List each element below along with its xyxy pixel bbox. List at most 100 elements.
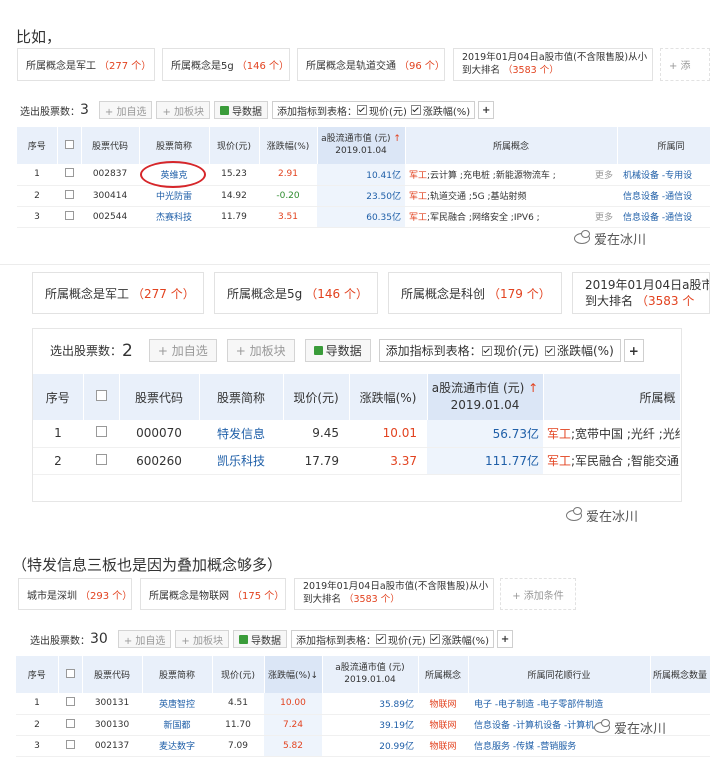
row-stock-name-link[interactable]: 特发信息	[199, 420, 283, 448]
filter-count: （277 个）	[132, 286, 195, 301]
price-checkbox[interactable]	[357, 105, 368, 115]
filter-chip[interactable]: 2019年01月04日a股市值(不含限售股)从小 到大排名 （3583 个）	[294, 578, 494, 610]
row-checkbox[interactable]	[57, 206, 81, 228]
price-checkbox[interactable]	[375, 634, 386, 644]
col-price[interactable]: 现价(元)	[209, 127, 260, 164]
col-code[interactable]: 股票代码	[81, 127, 140, 164]
more-link[interactable]: 更多	[595, 168, 613, 181]
col-change[interactable]: 涨跌幅(%)↓	[264, 656, 323, 693]
add-favorite-button[interactable]: + 加自选	[117, 630, 172, 648]
filter-chip[interactable]: 所属概念是5g （146 个）	[162, 48, 290, 81]
col-market-cap[interactable]: a股流通市值 (元) ↑ 2019.01.04	[317, 127, 406, 164]
add-favorite-button[interactable]: + 加自选	[98, 101, 153, 119]
col-select-all[interactable]	[83, 374, 120, 420]
filter-chip[interactable]: 2019年01月04日a股市值(不含限售股)从小 到大排名 （3583 个）	[453, 48, 653, 81]
filter-chip[interactable]: 所属概念是轨道交通 （96 个）	[297, 48, 445, 81]
concept-tag: 军工	[409, 170, 428, 181]
row-price: 14.92	[209, 185, 259, 207]
col-concept[interactable]: 所属概念	[405, 127, 618, 164]
col-change[interactable]: 涨跌幅(%)	[349, 374, 428, 420]
add-sector-button[interactable]: + 加板块	[156, 101, 211, 119]
col-market-cap[interactable]: a股流通市值 (元) ↑ 2019.01.04	[427, 374, 544, 420]
col-select-all[interactable]	[57, 127, 82, 164]
row-price: 11.70	[212, 714, 264, 736]
add-indicator-plus-button[interactable]: +	[478, 101, 495, 119]
row-checkbox[interactable]	[58, 714, 82, 736]
price-checkbox[interactable]	[481, 345, 492, 356]
filter-label: 城市是深圳	[27, 590, 77, 602]
col-name[interactable]: 股票简称	[139, 127, 210, 164]
change-checkbox[interactable]	[410, 105, 421, 115]
col-price[interactable]: 现价(元)	[283, 374, 350, 420]
col-name[interactable]: 股票简称	[142, 656, 213, 693]
col-concept[interactable]: 所属概念	[418, 656, 469, 693]
table-row[interactable]: 2 300414 中光防雷 14.92 -0.20 23.50亿 军工;轨道交通…	[17, 185, 710, 207]
filter-chip[interactable]: 所属概念是科创 （179 个）	[388, 272, 562, 314]
col-index: 序号	[16, 656, 59, 693]
section2-toolbar: 选出股票数： 2 + 加自选 + 加板块 导数据 添加指标到表格： 现价(元) …	[50, 339, 644, 362]
col-concept-count[interactable]: 所属概念数量	[650, 656, 710, 693]
row-stock-name-link[interactable]: 中光防雷	[139, 185, 209, 207]
add-indicator-label: 添加指标到表格：	[295, 635, 376, 647]
row-checkbox[interactable]	[58, 693, 82, 715]
row-checkbox[interactable]	[83, 447, 119, 475]
row-stock-name-link[interactable]: 麦达数字	[142, 735, 212, 757]
filter-chip[interactable]: 所属概念是5g （146 个）	[214, 272, 378, 314]
row-stock-name-link[interactable]: 英唐智控	[142, 693, 212, 715]
row-change: 5.82	[264, 735, 322, 757]
row-checkbox[interactable]	[57, 185, 81, 207]
col-price[interactable]: 现价(元)	[212, 656, 265, 693]
row-checkbox[interactable]	[58, 735, 82, 757]
table-row[interactable]: 1 002837 英维克 15.23 2.91 10.41亿 军工;云计算 ;充…	[17, 164, 710, 186]
export-data-button[interactable]: 导数据	[232, 630, 287, 648]
add-sector-button[interactable]: + 加板块	[226, 339, 295, 362]
col-name[interactable]: 股票简称	[199, 374, 284, 420]
section1-toolbar: 选出股票数： 3 + 加自选 + 加板块 导数据 添加指标到表格： 现价(元) …	[20, 101, 495, 119]
table-row[interactable]: 3 002137 麦达数字 7.09 5.82 20.99亿 物联网 信息服务 …	[16, 735, 710, 757]
table-row[interactable]: 1 000070 特发信息 9.45 10.01 56.73亿 军工;宽带中国 …	[33, 420, 680, 448]
change-checkbox[interactable]	[429, 634, 440, 644]
table-row[interactable]: 1 300131 英唐智控 4.51 10.00 35.89亿 物联网 电子 -…	[16, 693, 710, 715]
export-data-button[interactable]: 导数据	[214, 101, 269, 119]
row-index: 3	[16, 735, 58, 757]
col-code[interactable]: 股票代码	[119, 374, 200, 420]
wechat-icon	[566, 507, 582, 521]
col-market-cap[interactable]: a股流通市值 (元) 2019.01.04	[322, 656, 419, 693]
export-label: 导数据	[325, 344, 362, 358]
filter-count: （179 个）	[488, 286, 551, 301]
col-code[interactable]: 股票代码	[82, 656, 143, 693]
col-industry[interactable]: 所属同	[617, 127, 710, 164]
filter-chip[interactable]: 城市是深圳 （293 个）	[18, 578, 132, 610]
row-checkbox[interactable]	[57, 164, 81, 186]
more-link[interactable]: 更多	[595, 210, 613, 223]
add-favorite-button[interactable]: + 加自选	[148, 339, 217, 362]
row-stock-name-link[interactable]: 凯乐科技	[199, 447, 283, 475]
table-row[interactable]: 2 600260 凯乐科技 17.79 3.37 111.77亿 军工;军民融合…	[33, 447, 680, 475]
add-indicator-plus-button[interactable]: +	[497, 630, 514, 648]
filter-chip[interactable]: 2019年01月04日a股市值(不 到大排名（3583 个	[572, 272, 710, 314]
col-change[interactable]: 涨跌幅(%)	[259, 127, 318, 164]
add-sector-button[interactable]: + 加板块	[175, 630, 229, 648]
row-stock-name-link[interactable]: 杰赛科技	[139, 206, 209, 228]
col-industry[interactable]: 所属同花顺行业	[468, 656, 651, 693]
table-row[interactable]: 3 002544 杰赛科技 11.79 3.51 60.35亿 军工;军民融合 …	[17, 206, 710, 228]
col-select-all[interactable]	[58, 656, 83, 693]
filter-chip[interactable]: 所属概念是军工 （277 个）	[17, 48, 155, 81]
row-market-cap: 56.73亿	[427, 420, 543, 448]
col-index: 序号	[33, 374, 84, 420]
row-industry: 信息设备 -通信设	[617, 185, 710, 207]
export-data-button[interactable]: 导数据	[304, 339, 371, 362]
add-indicator-plus-button[interactable]: +	[623, 339, 644, 362]
add-condition-button[interactable]: + 添加条件	[500, 578, 576, 610]
change-option: 涨跌幅(%)	[557, 344, 614, 358]
filter-chip[interactable]: 所属概念是军工 （277 个）	[32, 272, 204, 314]
col-concept[interactable]: 所属概	[543, 374, 681, 420]
filter-chip[interactable]: 所属概念是物联网 （175 个）	[140, 578, 286, 610]
row-market-cap: 35.89亿	[322, 693, 418, 715]
row-stock-name-link[interactable]: 新国都	[142, 714, 212, 736]
row-checkbox[interactable]	[83, 420, 119, 448]
row-index: 1	[16, 693, 58, 715]
add-condition-button[interactable]: + 添	[660, 48, 710, 81]
change-checkbox[interactable]	[545, 345, 555, 356]
filter-label: 所属概念是5g	[171, 61, 234, 72]
